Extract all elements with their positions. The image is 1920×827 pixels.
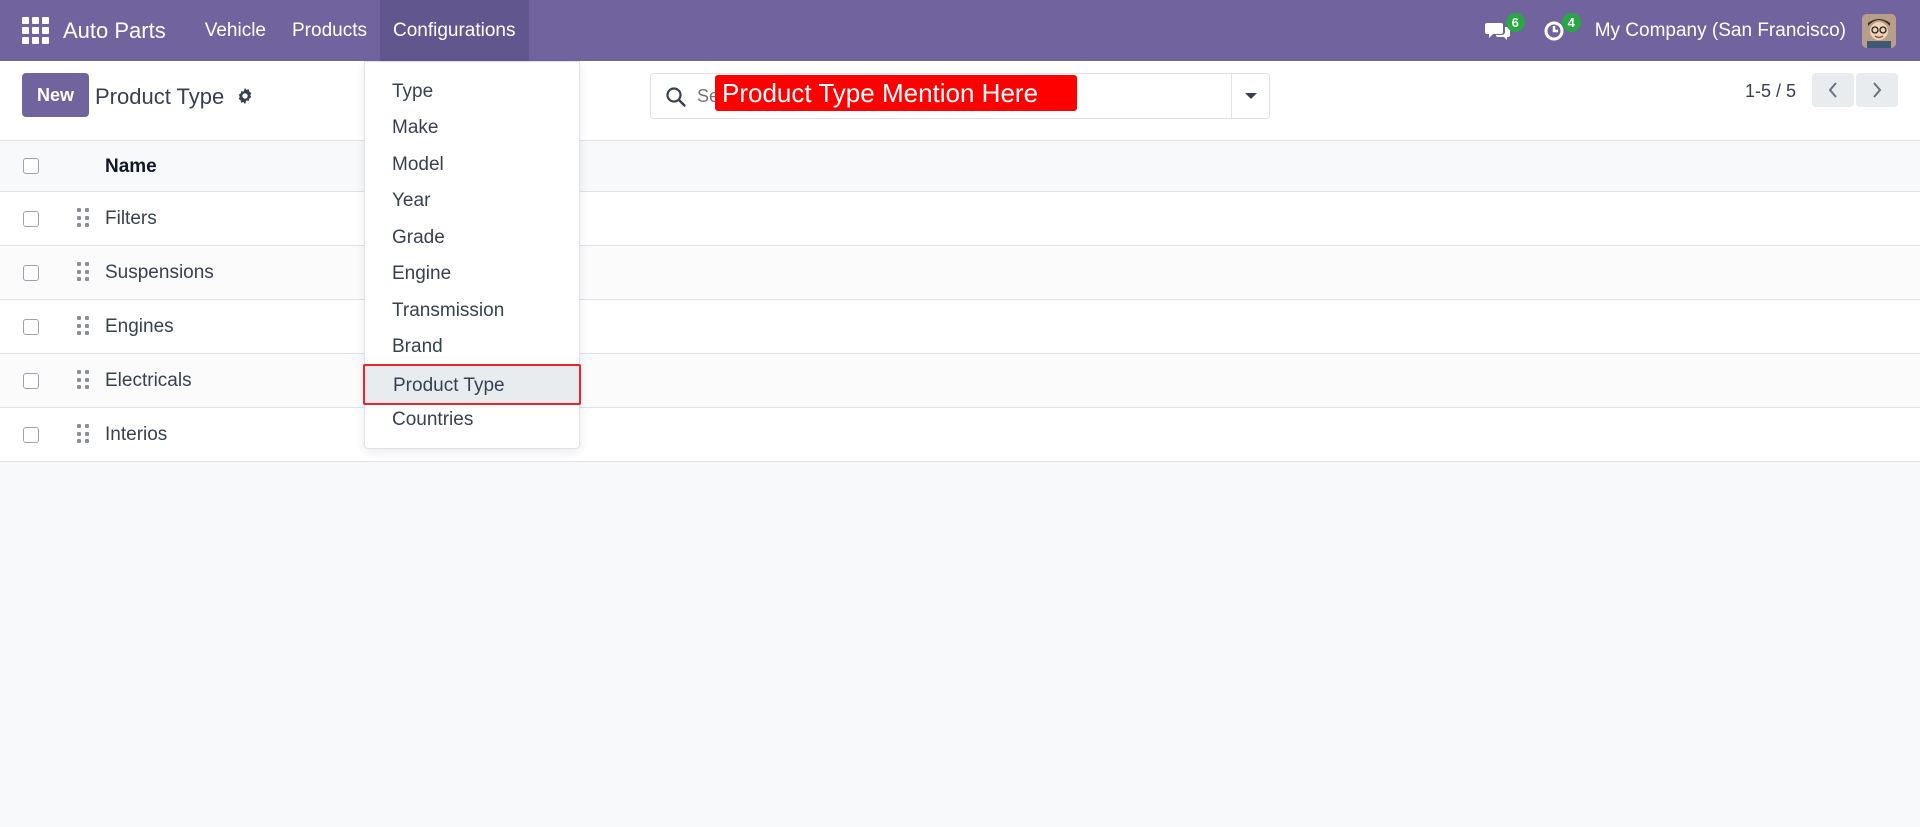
list-header: Name <box>0 141 1920 192</box>
menu-item-type[interactable]: Type <box>365 74 579 110</box>
apps-grid-icon[interactable] <box>21 17 49 45</box>
drag-handle-icon[interactable] <box>77 370 89 390</box>
drag-handle-icon[interactable] <box>77 208 89 228</box>
row-checkbox[interactable] <box>23 265 39 281</box>
caret-down-icon <box>1245 93 1257 99</box>
menu-vehicle[interactable]: Vehicle <box>192 0 279 61</box>
table-row[interactable]: Interios <box>0 408 1920 462</box>
chevron-right-icon <box>1873 82 1882 98</box>
configurations-dropdown: Type Make Model Year Grade Engine Transm… <box>363 61 581 449</box>
select-all-checkbox[interactable] <box>23 158 39 174</box>
pager-value[interactable]: 1-5 / 5 <box>1745 81 1796 102</box>
row-checkbox[interactable] <box>23 211 39 227</box>
row-checkbox[interactable] <box>23 373 39 389</box>
search-icon <box>666 87 686 107</box>
menu-item-grade[interactable]: Grade <box>365 220 579 256</box>
drag-handle-icon[interactable] <box>77 316 89 336</box>
messages-badge: 6 <box>1505 12 1525 32</box>
new-button[interactable]: New <box>22 73 89 117</box>
list-view: Name Filters Suspensions Engines Electri… <box>0 141 1920 462</box>
chat-icon[interactable]: 6 <box>1483 12 1525 46</box>
menu-item-brand[interactable]: Brand <box>365 329 579 365</box>
row-name[interactable]: Interios <box>105 424 167 446</box>
row-checkbox[interactable] <box>23 427 39 443</box>
clock-icon[interactable]: 4 <box>1539 12 1581 46</box>
drag-handle-icon[interactable] <box>77 424 89 444</box>
column-header-name[interactable]: Name <box>105 156 157 178</box>
table-row[interactable]: Suspensions <box>0 246 1920 300</box>
navbar-systray: 6 4 My Company (San Francisco) <box>1483 0 1920 61</box>
menu-products[interactable]: Products <box>279 0 380 61</box>
menu-item-transmission[interactable]: Transmission <box>365 293 579 329</box>
menu-item-model[interactable]: Model <box>365 147 579 183</box>
drag-handle-icon[interactable] <box>77 262 89 282</box>
pager-previous-button[interactable] <box>1812 73 1854 107</box>
chevron-left-icon <box>1828 82 1837 98</box>
search-options-toggle[interactable] <box>1232 74 1270 118</box>
table-row[interactable]: Electricals <box>0 354 1920 408</box>
company-switcher[interactable]: My Company (San Francisco) <box>1595 20 1846 42</box>
row-checkbox[interactable] <box>23 319 39 335</box>
table-row[interactable]: Filters <box>0 192 1920 246</box>
top-navbar: Auto Parts Vehicle Products Configuratio… <box>0 0 1920 61</box>
row-name[interactable]: Electricals <box>105 370 192 392</box>
menu-item-product-type[interactable]: Product Type <box>363 364 581 405</box>
activities-badge: 4 <box>1561 12 1581 32</box>
menu-item-year[interactable]: Year <box>365 183 579 219</box>
menu-configurations[interactable]: Configurations <box>379 0 529 61</box>
page-title: Product Type <box>95 84 225 109</box>
control-panel: New Product Type Product Type Mention He… <box>0 61 1920 141</box>
table-row[interactable]: Engines <box>0 300 1920 354</box>
avatar[interactable] <box>1862 13 1896 48</box>
row-name[interactable]: Filters <box>105 208 157 230</box>
pager-next-button[interactable] <box>1856 73 1898 107</box>
menu-item-countries[interactable]: Countries <box>365 402 579 438</box>
annotation-label: Product Type Mention Here <box>715 75 1077 111</box>
row-name[interactable]: Suspensions <box>105 262 214 284</box>
app-name[interactable]: Auto Parts <box>63 18 166 44</box>
menu-item-engine[interactable]: Engine <box>365 256 579 292</box>
gear-icon[interactable] <box>236 87 254 105</box>
menu-item-make[interactable]: Make <box>365 110 579 146</box>
row-name[interactable]: Engines <box>105 316 174 338</box>
